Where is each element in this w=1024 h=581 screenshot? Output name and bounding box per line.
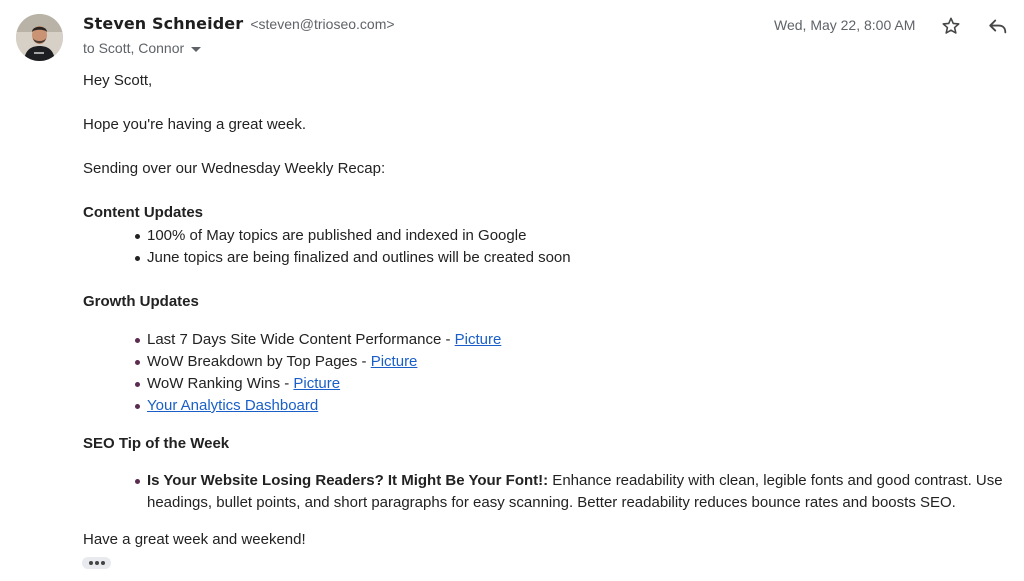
avatar xyxy=(16,14,63,61)
list-item-text: WoW Ranking Wins - xyxy=(147,375,294,392)
analytics-dashboard-link[interactable]: Your Analytics Dashboard xyxy=(147,397,318,414)
recipients-toggle[interactable]: to Scott, Connor xyxy=(83,40,202,56)
list-item-text: Last 7 Days Site Wide Content Performanc… xyxy=(147,331,455,348)
seo-tip-heading: SEO Tip of the Week xyxy=(83,435,230,452)
list-item: Your Analytics Dashboard xyxy=(134,395,501,417)
growth-updates-heading: Growth Updates xyxy=(83,293,199,310)
show-trimmed-content-button[interactable] xyxy=(82,557,111,569)
content-updates-heading: Content Updates xyxy=(83,204,203,221)
star-icon xyxy=(942,17,960,34)
intro-line: Hope you're having a great week. xyxy=(83,116,307,133)
reply-button[interactable] xyxy=(986,14,1010,38)
content-updates-list: 100% of May topics are published and ind… xyxy=(135,225,571,269)
email-timestamp: Wed, May 22, 8:00 AM xyxy=(774,17,916,33)
list-item: WoW Breakdown by Top Pages - Picture xyxy=(134,351,501,373)
greeting: Hey Scott, xyxy=(83,72,153,89)
star-button[interactable] xyxy=(939,14,963,38)
list-item: WoW Ranking Wins - Picture xyxy=(134,373,501,395)
chevron-down-icon[interactable] xyxy=(191,46,202,52)
closing-line: Have a great week and weekend! xyxy=(83,531,306,548)
sender-email: <steven@trioseo.com> xyxy=(250,16,395,32)
sender-line: Steven Schneider <steven@trioseo.com> xyxy=(83,14,395,33)
growth-updates-list: Last 7 Days Site Wide Content Performanc… xyxy=(134,329,502,417)
picture-link[interactable]: Picture xyxy=(371,353,418,370)
seo-tip-list: Is Your Website Losing Readers? It Might… xyxy=(135,470,1017,514)
list-item: Last 7 Days Site Wide Content Performanc… xyxy=(134,329,502,351)
recipients-label: to Scott, Connor xyxy=(83,40,185,56)
reply-icon xyxy=(989,19,1007,34)
recap-line: Sending over our Wednesday Weekly Recap: xyxy=(83,160,386,177)
list-item: 100% of May topics are published and ind… xyxy=(135,225,571,247)
seo-tip-title: Is Your Website Losing Readers? It Might… xyxy=(147,472,549,489)
more-horiz-icon xyxy=(88,561,93,565)
list-item-text: WoW Breakdown by Top Pages - xyxy=(147,353,371,370)
sender-name[interactable]: Steven Schneider xyxy=(83,14,243,33)
list-item: Is Your Website Losing Readers? It Might… xyxy=(135,470,1017,514)
list-item: June topics are being finalized and outl… xyxy=(135,247,571,269)
picture-link[interactable]: Picture xyxy=(455,331,502,348)
picture-link[interactable]: Picture xyxy=(293,375,340,392)
